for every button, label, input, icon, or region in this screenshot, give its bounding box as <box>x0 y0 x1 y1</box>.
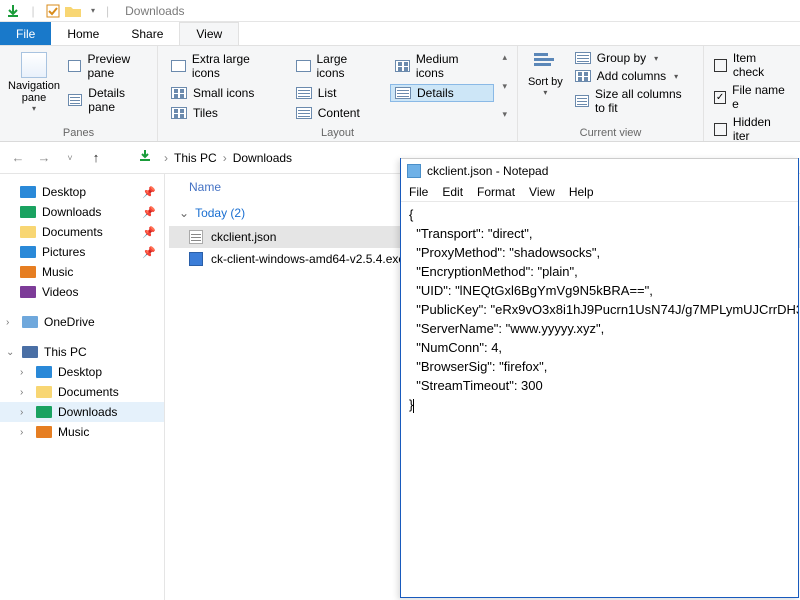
tab-view[interactable]: View <box>179 22 239 45</box>
chevron-right-icon: › <box>20 427 30 438</box>
pin-icon: 📌 <box>142 206 156 219</box>
chevron-right-icon: › <box>20 407 30 418</box>
notepad-menu-file[interactable]: File <box>409 185 428 199</box>
nav-back-icon[interactable]: ← <box>10 150 26 165</box>
details-pane-button[interactable]: Details pane <box>66 84 149 116</box>
layout-list[interactable]: List <box>291 84 384 102</box>
preview-pane-button[interactable]: Preview pane <box>66 50 149 82</box>
qat-folder-icon[interactable] <box>64 2 82 20</box>
sort-by-label: Sort by <box>526 76 565 88</box>
size-all-columns-button[interactable]: Size all columns to fit <box>573 86 695 116</box>
ribbon-tabs: File Home Share View <box>0 22 800 46</box>
file-name-ext-toggle[interactable]: ✓File name e <box>712 82 792 112</box>
layout-scroll-up-icon[interactable]: ▴ <box>502 52 507 63</box>
group-panes-label: Panes <box>0 127 157 139</box>
nav-recent-icon[interactable]: ˅ <box>62 153 78 163</box>
notepad-menubar: File Edit Format View Help <box>401 182 798 202</box>
layout-content[interactable]: Content <box>291 104 384 122</box>
qat-dropdown-icon[interactable]: ▾ <box>84 2 102 20</box>
sidebar-item-pc-downloads[interactable]: ›Downloads <box>0 402 164 422</box>
location-folder-icon <box>138 149 154 166</box>
chevron-right-icon: › <box>20 387 30 398</box>
pin-icon: 📌 <box>142 246 156 259</box>
pin-icon: 📌 <box>142 226 156 239</box>
layout-details[interactable]: Details <box>390 84 494 102</box>
notepad-window[interactable]: ckclient.json - Notepad File Edit Format… <box>400 158 799 598</box>
notepad-titlebar[interactable]: ckclient.json - Notepad <box>401 158 798 182</box>
layout-expand-icon[interactable]: ▾ <box>502 109 507 120</box>
notepad-menu-format[interactable]: Format <box>477 185 515 199</box>
sidebar-item-pc-music[interactable]: ›Music <box>0 422 164 442</box>
chevron-right-icon: › <box>20 367 30 378</box>
notepad-icon <box>407 164 421 178</box>
qat-check-icon[interactable] <box>44 2 62 20</box>
group-current-view-label: Current view <box>518 127 703 139</box>
layout-xl-icons[interactable]: Extra large icons <box>166 50 285 82</box>
file-json-icon <box>189 230 203 244</box>
sort-by-button[interactable]: Sort by ▾ <box>526 50 565 116</box>
chevron-down-icon: ⌄ <box>179 206 189 220</box>
tab-share[interactable]: Share <box>115 22 179 45</box>
layout-small-icons[interactable]: Small icons <box>166 84 285 102</box>
sidebar-item-thispc[interactable]: ⌄This PC <box>0 342 164 362</box>
sidebar-item-music[interactable]: Music <box>0 262 164 282</box>
ribbon: Navigation pane ▾ Preview pane Details p… <box>0 46 800 142</box>
breadcrumb-root[interactable]: This PC <box>174 151 217 165</box>
group-layout-label: Layout <box>158 127 517 139</box>
details-pane-label: Details pane <box>88 86 147 114</box>
chevron-right-icon[interactable]: › <box>164 151 168 165</box>
qat-save-icon[interactable] <box>4 2 22 20</box>
file-exe-icon <box>189 252 203 266</box>
breadcrumb[interactable]: › This PC › Downloads <box>164 151 292 165</box>
window-titlebar: | ▾ | Downloads <box>0 0 800 22</box>
notepad-title: ckclient.json - Notepad <box>427 164 548 178</box>
qat-divider: | <box>24 2 42 20</box>
file-name-label: ckclient.json <box>211 230 276 244</box>
chevron-down-icon: ⌄ <box>6 347 16 358</box>
pin-icon: 📌 <box>142 186 156 199</box>
sidebar-item-onedrive[interactable]: ›OneDrive <box>0 312 164 332</box>
sidebar-item-pc-documents[interactable]: ›Documents <box>0 382 164 402</box>
layout-medium-icons[interactable]: Medium icons <box>390 50 494 82</box>
text-caret <box>413 399 414 413</box>
layout-tiles[interactable]: Tiles <box>166 104 285 122</box>
breadcrumb-folder[interactable]: Downloads <box>233 151 292 165</box>
sidebar-item-downloads[interactable]: Downloads📌 <box>0 202 164 222</box>
sidebar: Desktop📌 Downloads📌 Documents📌 Pictures📌… <box>0 174 165 600</box>
item-checkboxes-toggle[interactable]: Item check <box>712 50 792 80</box>
tab-file[interactable]: File <box>0 22 51 45</box>
notepad-menu-help[interactable]: Help <box>569 185 594 199</box>
qat-separator: | <box>106 4 109 18</box>
sidebar-item-desktop[interactable]: Desktop📌 <box>0 182 164 202</box>
chevron-right-icon[interactable]: › <box>223 151 227 165</box>
layout-large-icons[interactable]: Large icons <box>291 50 384 82</box>
hidden-items-toggle[interactable]: Hidden iter <box>712 114 792 144</box>
nav-up-icon[interactable]: ↑ <box>88 150 104 165</box>
add-columns-button[interactable]: Add columns▾ <box>573 68 695 84</box>
chevron-right-icon: › <box>6 317 16 328</box>
sidebar-item-documents[interactable]: Documents📌 <box>0 222 164 242</box>
navigation-pane-label: Navigation pane <box>8 80 60 104</box>
tab-home[interactable]: Home <box>51 22 115 45</box>
sidebar-item-pictures[interactable]: Pictures📌 <box>0 242 164 262</box>
sidebar-item-pc-desktop[interactable]: ›Desktop <box>0 362 164 382</box>
preview-pane-label: Preview pane <box>87 52 147 80</box>
notepad-menu-view[interactable]: View <box>529 185 555 199</box>
sidebar-item-videos[interactable]: Videos <box>0 282 164 302</box>
notepad-textarea[interactable]: { "Transport": "direct", "ProxyMethod": … <box>401 202 798 419</box>
navigation-pane-button[interactable]: Navigation pane ▾ <box>8 50 60 116</box>
group-by-button[interactable]: Group by▾ <box>573 50 695 66</box>
layout-scroll-down-icon[interactable]: ▾ <box>502 81 507 92</box>
nav-forward-icon[interactable]: → <box>36 150 52 165</box>
window-title: Downloads <box>125 4 184 18</box>
file-name-label: ck-client-windows-amd64-v2.5.4.exe <box>211 252 405 266</box>
notepad-menu-edit[interactable]: Edit <box>442 185 463 199</box>
